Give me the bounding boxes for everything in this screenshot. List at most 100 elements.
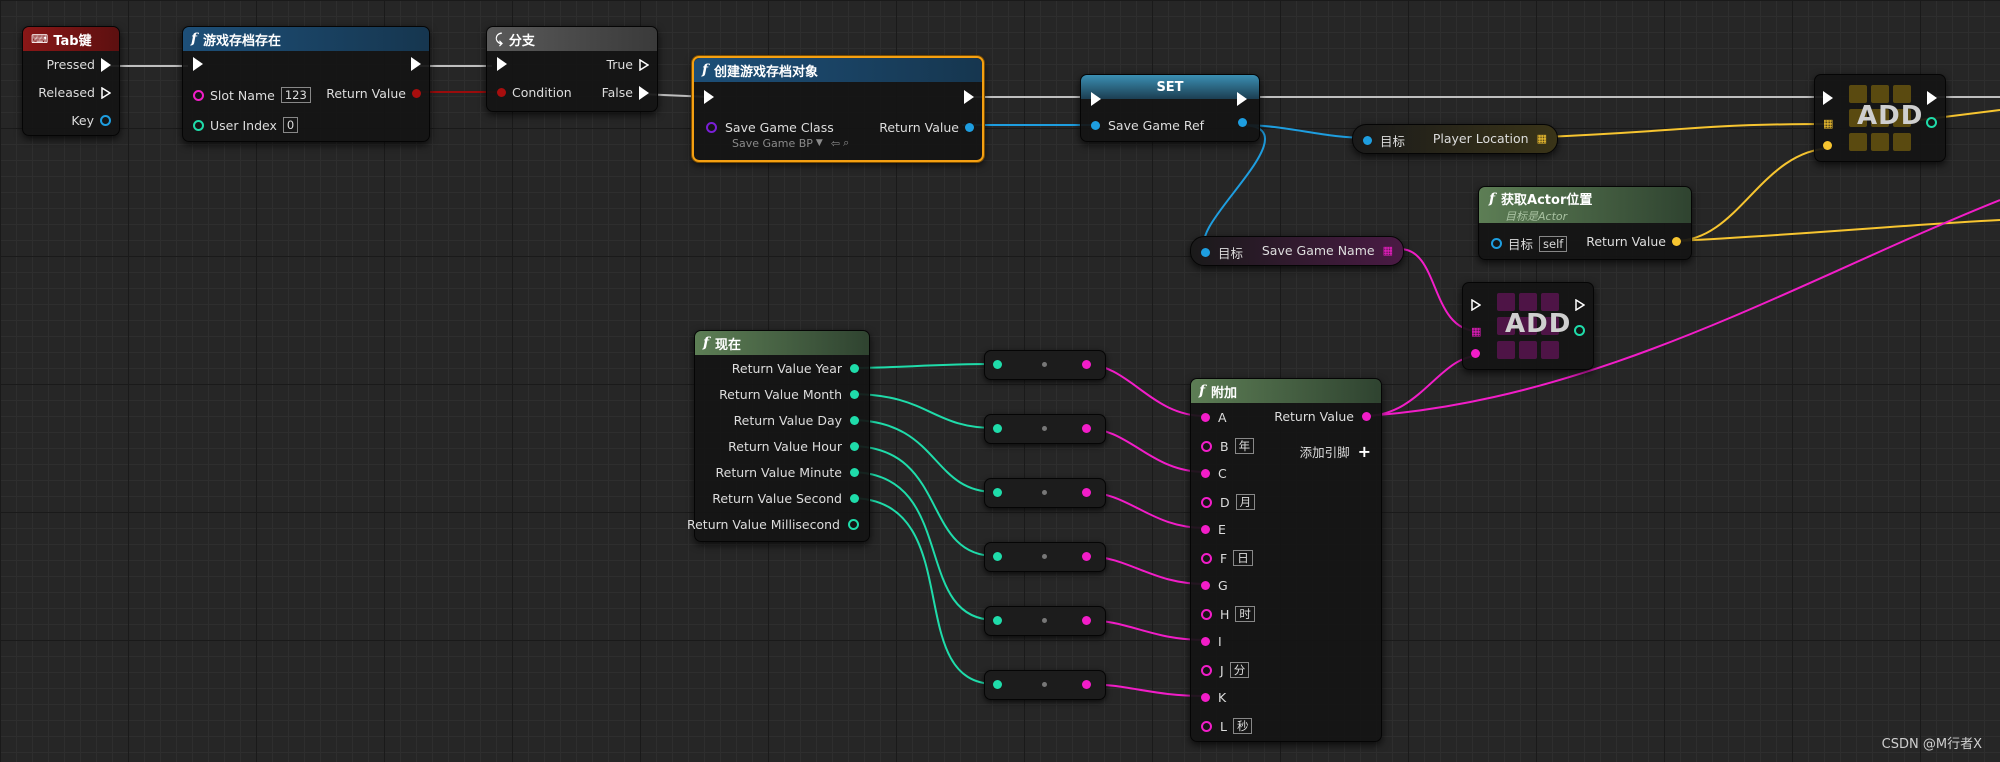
return-value-pin[interactable]: Return Value	[879, 120, 974, 135]
append-pin-l[interactable]: L秒	[1201, 718, 1253, 734]
exec-in-pin[interactable]	[704, 90, 714, 104]
add-pin-button[interactable]: 添加引脚 +	[1300, 442, 1371, 461]
exec-out-pin[interactable]	[1927, 91, 1937, 105]
append-pin-f[interactable]: F日	[1201, 550, 1253, 566]
player-location-pin[interactable]: Player Location ▦	[1433, 131, 1547, 146]
condition-pin[interactable]: Condition	[497, 85, 572, 100]
save-game-class-dropdown[interactable]: Save Game BP ▼ ⇦ ⌕	[732, 136, 849, 150]
int-to-string-node-5[interactable]	[984, 606, 1106, 636]
now-output-pin-hour[interactable]: Return Value Hour	[728, 439, 859, 454]
does-save-game-exist-node[interactable]: f 游戏存档存在 Slot Name 123 Return Value User …	[182, 26, 430, 142]
false-pin[interactable]: False	[602, 85, 649, 100]
save-game-name-getter-node[interactable]: 目标 Save Game Name ▦	[1190, 236, 1404, 266]
exec-in-pin[interactable]	[497, 57, 507, 71]
pressed-pin[interactable]: Pressed	[46, 57, 111, 72]
array-add-string-node[interactable]: ADD ▦	[1462, 282, 1594, 370]
append-pin-a[interactable]: A	[1201, 410, 1227, 425]
tab-key-event-node[interactable]: ⌨ Tab键 Pressed Released Key	[22, 26, 120, 136]
target-pin[interactable]: 目标	[1363, 131, 1405, 150]
string-pin-icon	[1201, 413, 1210, 422]
exec-out-icon	[964, 90, 974, 104]
keyboard-icon: ⌨	[31, 32, 49, 46]
append-pin-k[interactable]: K	[1201, 690, 1226, 705]
now-output-pin-day[interactable]: Return Value Day	[734, 413, 859, 428]
save-game-class-pin[interactable]: Save Game Class	[706, 120, 834, 135]
target-array-pin[interactable]: ▦	[1471, 325, 1481, 338]
append-pin-g[interactable]: G	[1201, 578, 1228, 593]
target-pin[interactable]: 目标 self	[1491, 234, 1568, 253]
int-to-string-node-1[interactable]	[984, 350, 1106, 380]
exec-in-pin[interactable]	[193, 57, 203, 71]
int-to-string-node-3[interactable]	[984, 478, 1106, 508]
now-output-pin-year[interactable]: Return Value Year	[732, 361, 859, 376]
append-pin-e[interactable]: E	[1201, 522, 1226, 537]
string-pin-icon	[1082, 424, 1091, 433]
add-label: ADD	[1857, 101, 1924, 131]
slot-name-pin[interactable]: Slot Name 123	[193, 87, 311, 103]
append-pin-b-input[interactable]: 年	[1234, 438, 1255, 454]
return-value-pin[interactable]: Return Value	[1274, 409, 1371, 424]
browse-search-icon[interactable]: ⌕	[843, 136, 849, 150]
append-pin-c[interactable]: C	[1201, 466, 1227, 481]
released-pin[interactable]: Released	[38, 85, 111, 100]
now-output-pin-month[interactable]: Return Value Month	[719, 387, 859, 402]
player-location-getter-node[interactable]: 目标 Player Location ▦	[1352, 124, 1558, 154]
exec-in-pin[interactable]	[1823, 91, 1833, 105]
user-index-pin[interactable]: User Index 0	[193, 117, 299, 133]
true-pin[interactable]: True	[606, 57, 649, 72]
exec-in-icon	[704, 90, 714, 104]
new-item-pin[interactable]	[1471, 349, 1480, 358]
set-save-game-ref-node[interactable]: SET Save Game Ref	[1080, 74, 1260, 142]
append-pin-h[interactable]: H时	[1201, 606, 1255, 622]
exec-out-pin[interactable]	[1237, 92, 1247, 106]
save-game-name-pin[interactable]: Save Game Name ▦	[1262, 243, 1393, 258]
branch-node[interactable]: ⤹ 分支 True Condition False	[486, 26, 658, 112]
now-output-pin-minute[interactable]: Return Value Minute	[716, 465, 859, 480]
now-output-pin-second[interactable]: Return Value Second	[712, 491, 859, 506]
append-pin-j-input[interactable]: 分	[1229, 662, 1250, 678]
now-output-pin-millisecond[interactable]: Return Value Millisecond	[687, 517, 859, 532]
target-array-pin[interactable]: ▦	[1823, 117, 1833, 130]
use-selected-icon[interactable]: ⇦	[831, 137, 840, 150]
exec-in-icon	[497, 57, 507, 71]
save-game-ref-pin[interactable]: Save Game Ref	[1091, 118, 1204, 133]
int-pin-icon	[850, 416, 859, 425]
return-value-pin[interactable]: Return Value	[1586, 234, 1681, 249]
branch-icon: ⤹	[495, 31, 503, 47]
save-game-ref-out-pin[interactable]	[1238, 118, 1247, 127]
int-to-string-node-2[interactable]	[984, 414, 1106, 444]
vector-array-icon: ▦	[1823, 117, 1834, 130]
node-header: ⌨ Tab键	[23, 27, 119, 51]
return-value-pin[interactable]: Return Value	[326, 86, 421, 101]
append-pin-b[interactable]: B年	[1201, 438, 1255, 454]
append-pin-j[interactable]: J分	[1201, 662, 1250, 678]
exec-out-pin[interactable]	[1575, 299, 1585, 311]
int-to-string-node-4[interactable]	[984, 542, 1106, 572]
target-pin[interactable]: 目标	[1201, 243, 1243, 262]
exec-out-pin[interactable]	[964, 90, 974, 104]
append-pin-l-input[interactable]: 秒	[1232, 718, 1253, 734]
int-to-string-node-6[interactable]	[984, 670, 1106, 700]
get-actor-location-node[interactable]: f 获取Actor位置 目标是Actor 目标 self Return Value	[1478, 186, 1692, 260]
append-pin-d[interactable]: D月	[1201, 494, 1256, 510]
index-out-pin[interactable]	[1926, 117, 1937, 128]
array-add-vector-node[interactable]: ADD ▦	[1814, 74, 1946, 162]
append-pin-f-input[interactable]: 日	[1233, 550, 1253, 566]
create-save-game-object-node[interactable]: f 创建游戏存档对象 Save Game Class Save Game BP …	[692, 56, 984, 162]
append-string-node[interactable]: f 附加 Return Value 添加引脚 + A B年 C D月 E F日 G…	[1190, 378, 1382, 742]
conversion-dot-icon	[1042, 426, 1047, 431]
exec-in-pin[interactable]	[1471, 299, 1481, 311]
slot-name-input[interactable]: 123	[280, 87, 311, 103]
int-pin-icon	[993, 488, 1002, 497]
key-pin[interactable]: Key	[71, 113, 111, 128]
exec-in-pin[interactable]	[1091, 92, 1101, 106]
user-index-input[interactable]: 0	[282, 117, 299, 133]
append-pin-h-input[interactable]: 时	[1235, 606, 1255, 622]
new-item-pin[interactable]	[1823, 141, 1832, 150]
append-pin-d-input[interactable]: 月	[1235, 494, 1256, 510]
now-node[interactable]: f 现在 Return Value Year Return Value Mont…	[687, 330, 870, 542]
append-pin-i[interactable]: I	[1201, 634, 1222, 649]
int-pin-icon	[993, 616, 1002, 625]
exec-out-pin[interactable]	[411, 57, 421, 71]
index-out-pin[interactable]	[1574, 325, 1585, 336]
